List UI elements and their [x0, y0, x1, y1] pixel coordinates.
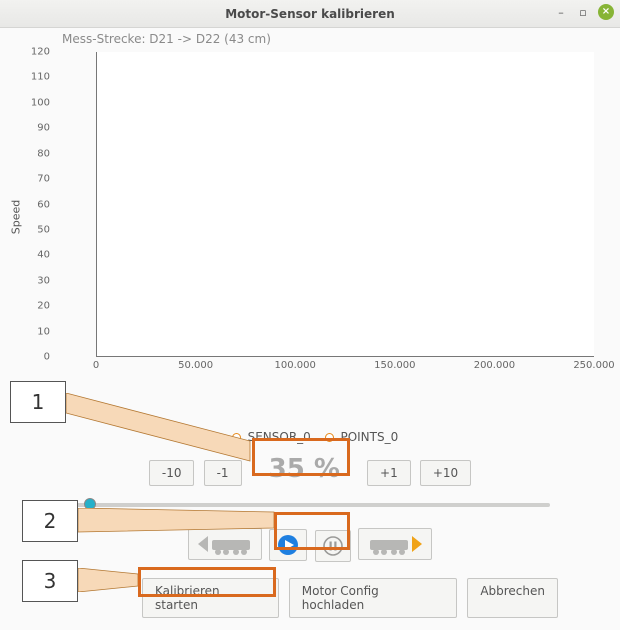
reverse-button[interactable]	[188, 528, 262, 560]
y-axis-label: Speed	[10, 200, 23, 234]
close-icon[interactable]: ×	[598, 4, 614, 20]
chart: Speed 0102030405060708090100110120 050.0…	[62, 52, 602, 382]
minimize-icon[interactable]: –	[554, 5, 568, 19]
slider-thumb[interactable]	[84, 498, 96, 510]
callout-2: 2	[22, 500, 78, 542]
legend-item: POINTS_0	[340, 430, 398, 444]
plus-1-button[interactable]: +1	[367, 460, 411, 486]
pause-icon	[323, 536, 343, 556]
speed-stepper-row: -10 -1 35 % +1 +10	[0, 454, 620, 486]
legend: SENSOR_0 POINTS_0	[0, 430, 620, 444]
plot-area	[96, 52, 594, 357]
slider-track	[70, 503, 550, 507]
subtitle: Mess-Strecke: D21 -> D22 (43 cm)	[0, 28, 620, 46]
forward-button[interactable]	[358, 528, 432, 560]
pause-button[interactable]	[315, 530, 351, 562]
minus-1-button[interactable]: -1	[204, 460, 242, 486]
speed-value: 35 %	[249, 454, 360, 484]
legend-item: SENSOR_0	[248, 430, 311, 444]
plus-10-button[interactable]: +10	[420, 460, 471, 486]
play-icon	[277, 534, 299, 556]
bottom-button-row: Kalibrieren starten Motor Config hochlad…	[140, 578, 560, 618]
legend-marker-icon	[325, 433, 334, 442]
train-left-icon	[196, 532, 254, 556]
legend-marker-icon	[232, 433, 241, 442]
cancel-button[interactable]: Abbrechen	[467, 578, 558, 618]
titlebar: Motor-Sensor kalibrieren – ▫ ×	[0, 0, 620, 28]
callout-1: 1	[10, 381, 66, 423]
speed-slider[interactable]	[70, 496, 550, 514]
callout-3: 3	[22, 560, 78, 602]
maximize-icon[interactable]: ▫	[576, 5, 590, 19]
direction-row	[0, 528, 620, 562]
minus-10-button[interactable]: -10	[149, 460, 195, 486]
train-right-icon	[366, 532, 424, 556]
window-buttons: – ▫ ×	[554, 4, 614, 20]
start-calibration-button[interactable]: Kalibrieren starten	[142, 578, 279, 618]
upload-config-button[interactable]: Motor Config hochladen	[289, 578, 458, 618]
play-button[interactable]	[269, 529, 307, 561]
window-title: Motor-Sensor kalibrieren	[225, 7, 395, 21]
